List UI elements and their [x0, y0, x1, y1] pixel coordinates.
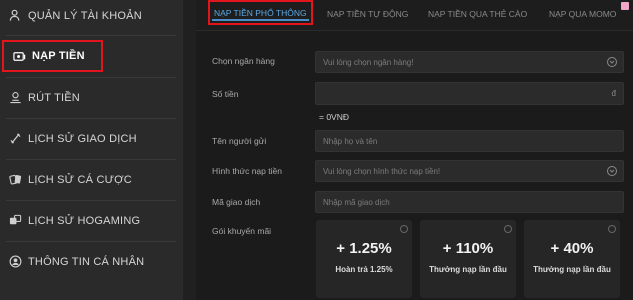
sender-name-input[interactable]: Nhập họ và tên	[315, 130, 624, 152]
txcode-input[interactable]: Nhập mã giao dịch	[315, 191, 624, 213]
tab-card-deposit[interactable]: NẠP TIỀN QUA THẺ CÀO	[428, 1, 527, 26]
deposit-icon	[12, 49, 26, 63]
method-select-placeholder: Vui lòng chọn hình thức nạp tiền!	[323, 166, 441, 176]
profile-icon	[8, 255, 22, 269]
promo-value: + 1.25%	[336, 240, 392, 257]
sidebar-item-label: LỊCH SỬ HOGAMING	[28, 214, 141, 227]
transaction-history-icon	[8, 132, 22, 146]
promo-desc: Thưởng nạp lần đầu	[533, 265, 611, 274]
bank-select[interactable]: Vui lòng chọn ngân hàng!	[315, 51, 624, 73]
promo-desc: Thưởng nạp lần đầu	[429, 265, 507, 274]
sidebar-item-label: NẠP TIỀN	[32, 50, 85, 62]
sidebar-item-label: LỊCH SỬ GIAO DỊCH	[28, 132, 137, 145]
sidebar-item-label: THÔNG TIN CÁ NHÂN	[28, 255, 145, 268]
method-label: Hình thức nạp tiền	[212, 166, 282, 176]
radio-icon	[504, 225, 512, 233]
sidebar: QUẢN LÝ TÀI KHOẢN NẠP TIỀN RÚT TIỀN LỊCH…	[0, 0, 183, 300]
deposit-panel: NẠP TIỀN PHỔ THÔNG NẠP TIỀN TỰ ĐỘNG NẠP …	[196, 0, 633, 300]
sidebar-item-deposit[interactable]: NẠP TIỀN	[2, 40, 103, 72]
bank-select-placeholder: Vui lòng chọn ngân hàng!	[323, 57, 414, 67]
promo-desc: Hoàn trả 1.25%	[335, 265, 393, 274]
tab-auto-deposit[interactable]: NẠP TIỀN TỰ ĐỘNG	[327, 1, 408, 26]
promo-option[interactable]: + 110% Thưởng nạp lần đầu	[420, 220, 516, 298]
tab-momo-deposit[interactable]: NẠP QUA MOMO	[549, 1, 616, 26]
promo-option[interactable]: + 40% Thưởng nạp lần đầu	[524, 220, 620, 298]
sidebar-item-label: QUẢN LÝ TÀI KHOẢN	[28, 9, 142, 22]
promo-value: + 110%	[442, 240, 494, 257]
gutter	[183, 0, 196, 300]
bank-label: Chọn ngân hàng	[212, 56, 275, 66]
txcode-placeholder: Nhập mã giao dịch	[323, 197, 390, 207]
sidebar-item-bet-history[interactable]: LỊCH SỬ CÁ CƯỢC	[0, 159, 183, 200]
radio-icon	[400, 225, 408, 233]
sidebar-item-withdraw[interactable]: RÚT TIỀN	[0, 77, 183, 118]
txcode-label: Mã giao dịch	[212, 197, 261, 207]
tab-bar: NẠP TIỀN PHỔ THÔNG NẠP TIỀN TỰ ĐỘNG NẠP …	[196, 0, 633, 31]
sidebar-item-account[interactable]: QUẢN LÝ TÀI KHOẢN	[0, 0, 183, 36]
sidebar-item-transaction-history[interactable]: LỊCH SỬ GIAO DỊCH	[0, 118, 183, 159]
amount-label: Số tiền	[212, 89, 239, 99]
withdraw-icon	[8, 91, 22, 105]
promo-value: + 40%	[550, 240, 594, 257]
amount-converted: = 0VNĐ	[319, 112, 349, 122]
sender-name-placeholder: Nhập họ và tên	[323, 136, 378, 146]
dice-icon	[8, 214, 22, 228]
cards-icon	[8, 173, 22, 187]
sidebar-item-profile[interactable]: THÔNG TIN CÁ NHÂN	[0, 241, 183, 282]
divider	[6, 35, 176, 36]
chevron-down-icon	[607, 166, 617, 176]
promo-label: Gói khuyến mãi	[212, 226, 272, 236]
user-settings-icon	[8, 9, 22, 23]
radio-icon	[608, 225, 616, 233]
promo-option[interactable]: + 1.25% Hoàn trả 1.25%	[316, 220, 412, 298]
sender-label: Tên người gửi	[212, 136, 267, 146]
currency-unit: đ	[611, 89, 616, 98]
sidebar-item-hogaming-history[interactable]: LỊCH SỬ HOGAMING	[0, 200, 183, 241]
amount-input[interactable]: đ	[315, 82, 624, 105]
sidebar-item-label: LỊCH SỬ CÁ CƯỢC	[28, 173, 132, 186]
method-select[interactable]: Vui lòng chọn hình thức nạp tiền!	[315, 160, 624, 182]
chevron-down-icon	[607, 57, 617, 67]
sidebar-item-label: RÚT TIỀN	[28, 91, 80, 104]
tab-standard-deposit[interactable]: NẠP TIỀN PHỔ THÔNG	[208, 0, 313, 25]
corner-badge	[621, 2, 629, 10]
